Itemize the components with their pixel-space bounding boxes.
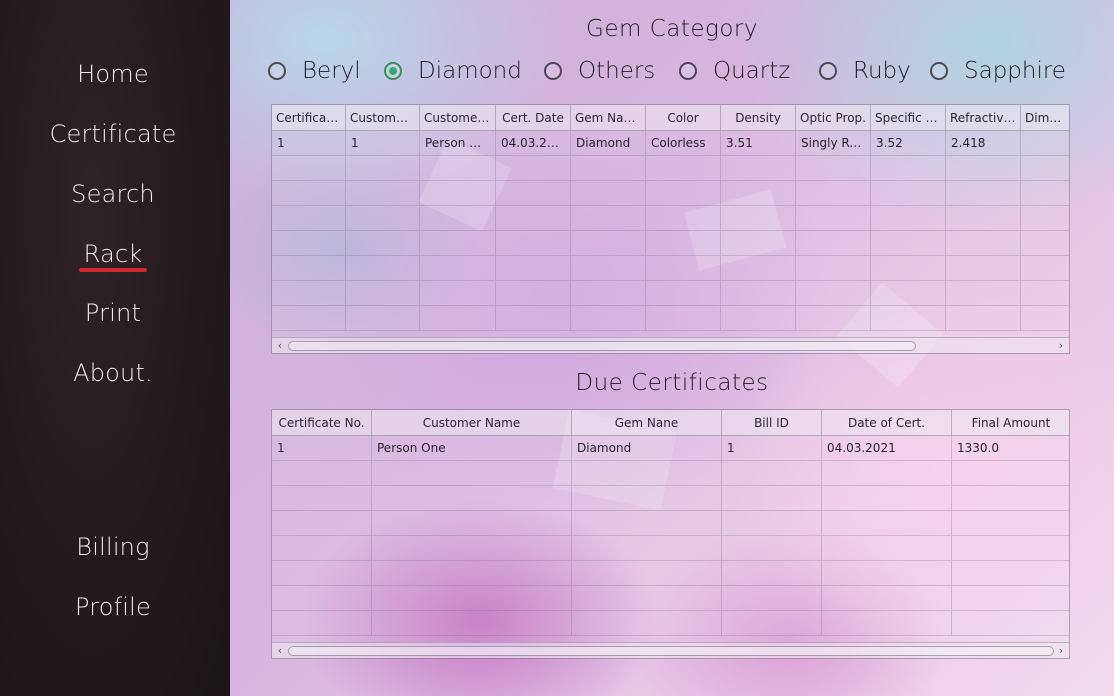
gem-table[interactable]: Certificate... Customer ID Customer ... … — [271, 104, 1070, 354]
sidebar: Home Certificate Search Rack Print About… — [0, 0, 230, 696]
radio-sapphire[interactable]: Sapphire — [930, 58, 1066, 84]
radio-indicator[interactable] — [930, 62, 948, 80]
table-row[interactable] — [272, 561, 1069, 586]
radio-label: Quartz — [713, 58, 791, 84]
column-header[interactable]: Gem Name — [571, 105, 646, 130]
column-header[interactable]: Cert. Date — [496, 105, 571, 130]
horizontal-scrollbar[interactable]: ‹ › — [272, 337, 1069, 353]
column-header[interactable]: Certificate... — [272, 105, 346, 130]
radio-indicator[interactable] — [679, 62, 697, 80]
table-cell: 1 — [346, 131, 420, 155]
table-row[interactable]: 1 1 Person One 04.03.2021 Diamond Colorl… — [272, 131, 1069, 156]
main-content: Gem Category Beryl Diamond Others Quartz… — [230, 0, 1114, 696]
column-header[interactable]: Customer ... — [420, 105, 496, 130]
nav-rack[interactable]: Rack — [0, 240, 226, 268]
table-cell: 1 — [722, 436, 822, 460]
radio-quartz[interactable]: Quartz — [679, 58, 819, 84]
gem-table-header: Certificate... Customer ID Customer ... … — [272, 105, 1069, 131]
active-nav-indicator — [79, 268, 147, 272]
table-cell: 1 — [272, 436, 372, 460]
table-cell: 04.03.2021 — [822, 436, 952, 460]
table-cell: Person One — [420, 131, 496, 155]
radio-label: Beryl — [302, 58, 361, 84]
column-header[interactable]: Density — [721, 105, 796, 130]
column-header[interactable]: Color — [646, 105, 721, 130]
table-row[interactable] — [272, 611, 1069, 636]
due-certificates-title: Due Certificates — [575, 370, 769, 396]
column-header[interactable]: Certificate No. — [272, 410, 372, 435]
table-cell: Diamond — [572, 436, 722, 460]
table-cell: 1 — [272, 131, 346, 155]
table-row[interactable] — [272, 461, 1069, 486]
column-header[interactable]: Dimens — [1021, 105, 1069, 130]
nav-profile[interactable]: Profile — [0, 593, 226, 621]
radio-indicator[interactable] — [268, 62, 286, 80]
scroll-left-icon[interactable]: ‹ — [273, 338, 287, 353]
gem-category-radio-group: Beryl Diamond Others Quartz Ruby Sapphir… — [268, 55, 1066, 87]
table-row[interactable]: 1 Person One Diamond 1 04.03.2021 1330.0 — [272, 436, 1069, 461]
table-cell — [1021, 131, 1069, 155]
nav-certificate[interactable]: Certificate — [0, 120, 226, 148]
radio-label: Others — [578, 58, 656, 84]
table-row[interactable] — [272, 586, 1069, 611]
column-header[interactable]: Final Amount — [952, 410, 1069, 435]
table-row[interactable] — [272, 486, 1069, 511]
scroll-right-icon[interactable]: › — [1054, 643, 1068, 658]
table-cell: 3.52 — [871, 131, 946, 155]
due-table-header: Certificate No. Customer Name Gem Nane B… — [272, 410, 1069, 436]
table-row[interactable] — [272, 206, 1069, 231]
radio-ruby[interactable]: Ruby — [819, 58, 930, 84]
table-cell: Singly Ref... — [796, 131, 871, 155]
table-row[interactable] — [272, 281, 1069, 306]
column-header[interactable]: Customer Name — [372, 410, 572, 435]
radio-label: Ruby — [853, 58, 911, 84]
nav-home[interactable]: Home — [0, 60, 226, 88]
table-row[interactable] — [272, 306, 1069, 331]
nav-about[interactable]: About. — [0, 359, 226, 387]
nav-print[interactable]: Print — [0, 299, 226, 327]
table-cell: 3.51 — [721, 131, 796, 155]
column-header[interactable]: Customer ID — [346, 105, 420, 130]
radio-beryl[interactable]: Beryl — [268, 58, 384, 84]
column-header[interactable]: Optic Prop. — [796, 105, 871, 130]
due-certificates-table[interactable]: Certificate No. Customer Name Gem Nane B… — [271, 409, 1070, 659]
column-header[interactable]: Specific G... — [871, 105, 946, 130]
column-header[interactable]: Gem Nane — [572, 410, 722, 435]
table-row[interactable] — [272, 256, 1069, 281]
radio-diamond[interactable]: Diamond — [384, 58, 544, 84]
scroll-thumb[interactable] — [288, 646, 1054, 656]
column-header[interactable]: Refractive ... — [946, 105, 1021, 130]
table-row[interactable] — [272, 511, 1069, 536]
table-cell: Colorless — [646, 131, 721, 155]
column-header[interactable]: Date of Cert. — [822, 410, 952, 435]
table-row[interactable] — [272, 156, 1069, 181]
table-cell: 1330.0 — [952, 436, 1069, 460]
radio-label: Diamond — [418, 58, 522, 84]
table-row[interactable] — [272, 181, 1069, 206]
radio-indicator[interactable] — [819, 62, 837, 80]
scroll-left-icon[interactable]: ‹ — [273, 643, 287, 658]
horizontal-scrollbar[interactable]: ‹ › — [272, 642, 1069, 658]
scroll-right-icon[interactable]: › — [1054, 338, 1068, 353]
table-cell: 04.03.2021 — [496, 131, 571, 155]
gem-category-title: Gem Category — [586, 16, 758, 42]
table-row[interactable] — [272, 536, 1069, 561]
nav-search[interactable]: Search — [0, 180, 226, 208]
nav-billing[interactable]: Billing — [0, 533, 226, 561]
table-cell: 2.418 — [946, 131, 1021, 155]
column-header[interactable]: Bill ID — [722, 410, 822, 435]
table-cell: Diamond — [571, 131, 646, 155]
radio-others[interactable]: Others — [544, 58, 679, 84]
scroll-thumb[interactable] — [288, 341, 916, 351]
table-row[interactable] — [272, 231, 1069, 256]
radio-label: Sapphire — [964, 58, 1066, 84]
radio-indicator-selected[interactable] — [384, 62, 402, 80]
table-cell: Person One — [372, 436, 572, 460]
radio-indicator[interactable] — [544, 62, 562, 80]
